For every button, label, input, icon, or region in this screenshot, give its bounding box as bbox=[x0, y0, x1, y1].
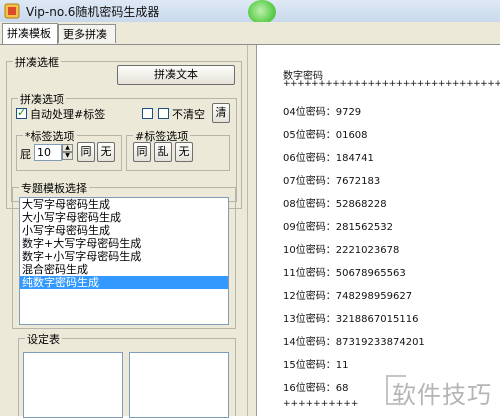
clear-button[interactable]: 清 bbox=[212, 103, 230, 123]
output-line: 11位密码：50678965563 bbox=[283, 268, 406, 279]
template-list-item[interactable]: 数字+小写字母密码生成 bbox=[20, 250, 228, 263]
output-line: 05位密码：01608 bbox=[283, 130, 368, 141]
auto-process-checkbox[interactable] bbox=[16, 106, 27, 119]
config-group-label: 设定表 bbox=[25, 331, 62, 347]
template-list[interactable]: 大写字母密码生成 大小写字母密码生成 小写字母密码生成 数字+大写字母密码生成 数字+小… bbox=[19, 197, 229, 325]
template-list-item[interactable]: 数字+大写字母密码生成 bbox=[20, 237, 228, 250]
template-list-item[interactable]: 纯数字密码生成 bbox=[20, 276, 228, 289]
star-tag-options-group: *标签选项 屁 10 ▲ ▼ 同 无 bbox=[16, 128, 122, 171]
template-list-item[interactable]: 大写字母密码生成 bbox=[20, 198, 228, 211]
hash-random-button[interactable]: 乱 bbox=[154, 142, 172, 162]
settings-group-label: 拼凑选框 bbox=[13, 54, 61, 70]
settings-panel: 拼凑选框 拼凑文本 拼凑选项 自动处理#标签 不清空 清 *标签选项 屁 10 … bbox=[0, 45, 248, 418]
template-list-item[interactable]: 大小写字母密码生成 bbox=[20, 211, 228, 224]
config-group: 设定表 bbox=[18, 331, 236, 418]
hash-same-button[interactable]: 同 bbox=[133, 142, 151, 162]
spin-down-icon[interactable]: ▼ bbox=[62, 152, 73, 160]
watermark: 软件技巧 bbox=[386, 375, 492, 410]
status-orb-icon bbox=[248, 0, 276, 24]
config-editor-left[interactable] bbox=[23, 352, 123, 418]
tab-bar: 拼凑模板 更多拼凑 bbox=[0, 22, 500, 45]
template-group-label: 专题模板选择 bbox=[19, 180, 89, 196]
template-list-item[interactable]: 混合密码生成 bbox=[20, 263, 228, 276]
spin-up-icon[interactable]: ▲ bbox=[62, 144, 73, 152]
star-same-button[interactable]: 同 bbox=[77, 142, 95, 162]
output-line: 04位密码：9729 bbox=[283, 107, 362, 118]
watermark-frame-icon bbox=[386, 375, 406, 405]
star-tag-prefix: 屁 bbox=[20, 148, 31, 161]
keep-content-checkbox[interactable] bbox=[158, 108, 169, 119]
output-line: 12位密码：748298959627 bbox=[283, 291, 413, 302]
output-line: 06位密码：184741 bbox=[283, 153, 374, 164]
output-line: 14位密码：87319233874201 bbox=[283, 337, 425, 348]
generate-text-button[interactable]: 拼凑文本 bbox=[117, 65, 235, 85]
hash-tag-options-group: #标签选项 同 乱 无 bbox=[126, 128, 230, 171]
star-tag-options-label: *标签选项 bbox=[23, 128, 77, 144]
output-line: 09位密码：281562532 bbox=[283, 222, 393, 233]
star-none-button[interactable]: 无 bbox=[97, 142, 115, 162]
output-footer: ++++++++++ bbox=[283, 399, 359, 409]
auto-process-label: 自动处理#标签 bbox=[30, 108, 106, 121]
template-group: 专题模板选择 大写字母密码生成 大小写字母密码生成 小写字母密码生成 数字+大写字母密… bbox=[12, 180, 236, 329]
output-line: 10位密码：2221023678 bbox=[283, 245, 400, 256]
output-line: 07位密码：7672183 bbox=[283, 176, 381, 187]
tag-count-input[interactable]: 10 bbox=[34, 144, 62, 161]
output-line: 08位密码：52868228 bbox=[283, 199, 387, 210]
tab-more[interactable]: 更多拼凑 bbox=[58, 24, 116, 43]
output-separator: +++++++++++++++++++++++++++++++++ bbox=[283, 79, 500, 89]
output-line: 15位密码：11 bbox=[283, 360, 349, 371]
hash-none-button[interactable]: 无 bbox=[175, 142, 193, 162]
config-editor-right[interactable] bbox=[129, 352, 229, 418]
app-icon bbox=[4, 3, 20, 19]
option-checkbox-a[interactable] bbox=[142, 108, 153, 119]
template-list-item[interactable]: 小写字母密码生成 bbox=[20, 224, 228, 237]
title-bar: Vip-no.6随机密码生成器 bbox=[0, 0, 500, 24]
tab-template[interactable]: 拼凑模板 bbox=[2, 23, 58, 44]
output-line: 16位密码：68 bbox=[283, 383, 349, 394]
keep-content-label: 不清空 bbox=[172, 108, 205, 121]
options-group-label: 拼凑选项 bbox=[18, 91, 66, 107]
output-line: 13位密码：3218867015116 bbox=[283, 314, 419, 325]
output-textarea[interactable]: 数字密码 +++++++++++++++++++++++++++++++++ 0… bbox=[256, 45, 500, 416]
window-title: Vip-no.6随机密码生成器 bbox=[26, 5, 160, 19]
watermark-text: 软件技巧 bbox=[392, 381, 492, 409]
